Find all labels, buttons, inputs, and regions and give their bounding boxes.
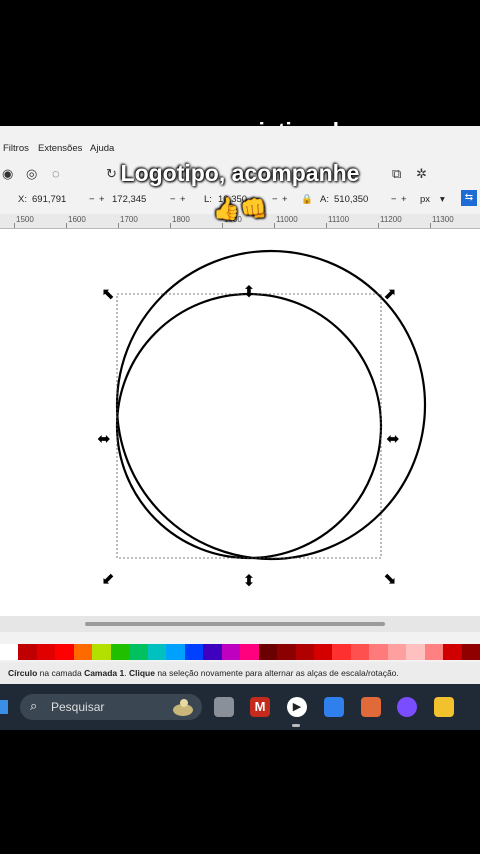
color-swatch[interactable] (461, 644, 480, 660)
taskbar-search[interactable]: ⌕ Pesquisar (20, 694, 202, 720)
resize-handle-e-icon[interactable]: ⬌ (384, 432, 402, 448)
horizontal-scrollbar[interactable] (0, 616, 480, 632)
color-swatch[interactable] (147, 644, 167, 660)
app-icon[interactable] (361, 697, 381, 717)
color-palette (0, 644, 480, 660)
caption-line-2: Logotipo, acompanhe (120, 160, 360, 186)
color-swatch[interactable] (313, 644, 333, 660)
color-swatch[interactable] (350, 644, 370, 660)
color-swatch[interactable] (36, 644, 56, 660)
windows-start-icon[interactable] (0, 700, 8, 714)
color-swatch[interactable] (258, 644, 278, 660)
color-swatch[interactable] (55, 644, 74, 660)
resize-handle-se-icon[interactable]: ⬊ (381, 572, 399, 588)
status-layer: Camada 1 (84, 668, 125, 678)
color-swatch[interactable] (110, 644, 130, 660)
menu-bar: Filtros Extensões Ajuda (0, 140, 480, 156)
status-bar: Círculo na camada Camada 1. Clique na se… (0, 662, 480, 684)
color-swatch[interactable] (0, 644, 19, 660)
inkscape-icon[interactable] (397, 697, 417, 717)
resize-handle-w-icon[interactable]: ⬌ (95, 432, 113, 448)
color-swatch[interactable] (277, 644, 296, 660)
menu-item-ajuda[interactable]: Ajuda (90, 143, 114, 154)
resize-handle-s-icon[interactable]: ⬍ (240, 574, 258, 590)
color-swatch[interactable] (221, 644, 241, 660)
color-swatch[interactable] (184, 644, 204, 660)
drawing-canvas[interactable]: ⬉ ⬍ ⬈ ⬌ ⬌ ⬋ ⬍ ⬊ (0, 229, 480, 616)
status-object: Círculo (8, 668, 38, 678)
status-text-1: na camada (37, 668, 85, 678)
menu-item-extensoes[interactable]: Extensões (38, 143, 82, 154)
selection-bbox (116, 293, 382, 559)
selected-circle[interactable] (115, 292, 383, 560)
resize-handle-sw-icon[interactable]: ⬋ (99, 572, 117, 588)
color-swatch[interactable] (424, 644, 444, 660)
resize-handle-n-icon[interactable]: ⬍ (240, 285, 258, 301)
scrollbar-thumb[interactable] (85, 622, 385, 626)
color-swatch[interactable] (369, 644, 388, 660)
search-highlight-icon (173, 699, 193, 716)
status-click: Clique (128, 668, 155, 678)
menu-item-filtros[interactable]: Filtros (3, 143, 29, 154)
color-swatch[interactable] (387, 644, 407, 660)
media-player-icon[interactable]: ▶ (287, 697, 307, 717)
color-swatch[interactable] (406, 644, 425, 660)
store-icon[interactable] (324, 697, 344, 717)
resize-handle-nw-icon[interactable]: ⬉ (99, 287, 117, 303)
search-placeholder: Pesquisar (51, 700, 105, 714)
file-explorer-icon[interactable] (434, 697, 454, 717)
color-swatch[interactable] (166, 644, 185, 660)
color-swatch[interactable] (295, 644, 314, 660)
status-text-3: na seleção novamente para alternar as al… (154, 668, 399, 678)
color-swatch[interactable] (203, 644, 222, 660)
color-swatch[interactable] (92, 644, 111, 660)
color-swatch[interactable] (129, 644, 148, 660)
color-swatch[interactable] (73, 644, 93, 660)
color-swatch[interactable] (332, 644, 351, 660)
color-swatch[interactable] (240, 644, 259, 660)
search-icon: ⌕ (30, 698, 38, 713)
active-app-indicator (292, 724, 300, 727)
gmail-icon[interactable]: M (250, 697, 270, 717)
caption-emoji: 👍👊 (212, 196, 268, 221)
color-swatch[interactable] (18, 644, 37, 660)
resize-handle-ne-icon[interactable]: ⬈ (381, 287, 399, 303)
color-swatch[interactable] (443, 644, 462, 660)
task-view-icon[interactable] (214, 697, 234, 717)
taskbar: ⌕ Pesquisar M ▶ (0, 684, 480, 730)
